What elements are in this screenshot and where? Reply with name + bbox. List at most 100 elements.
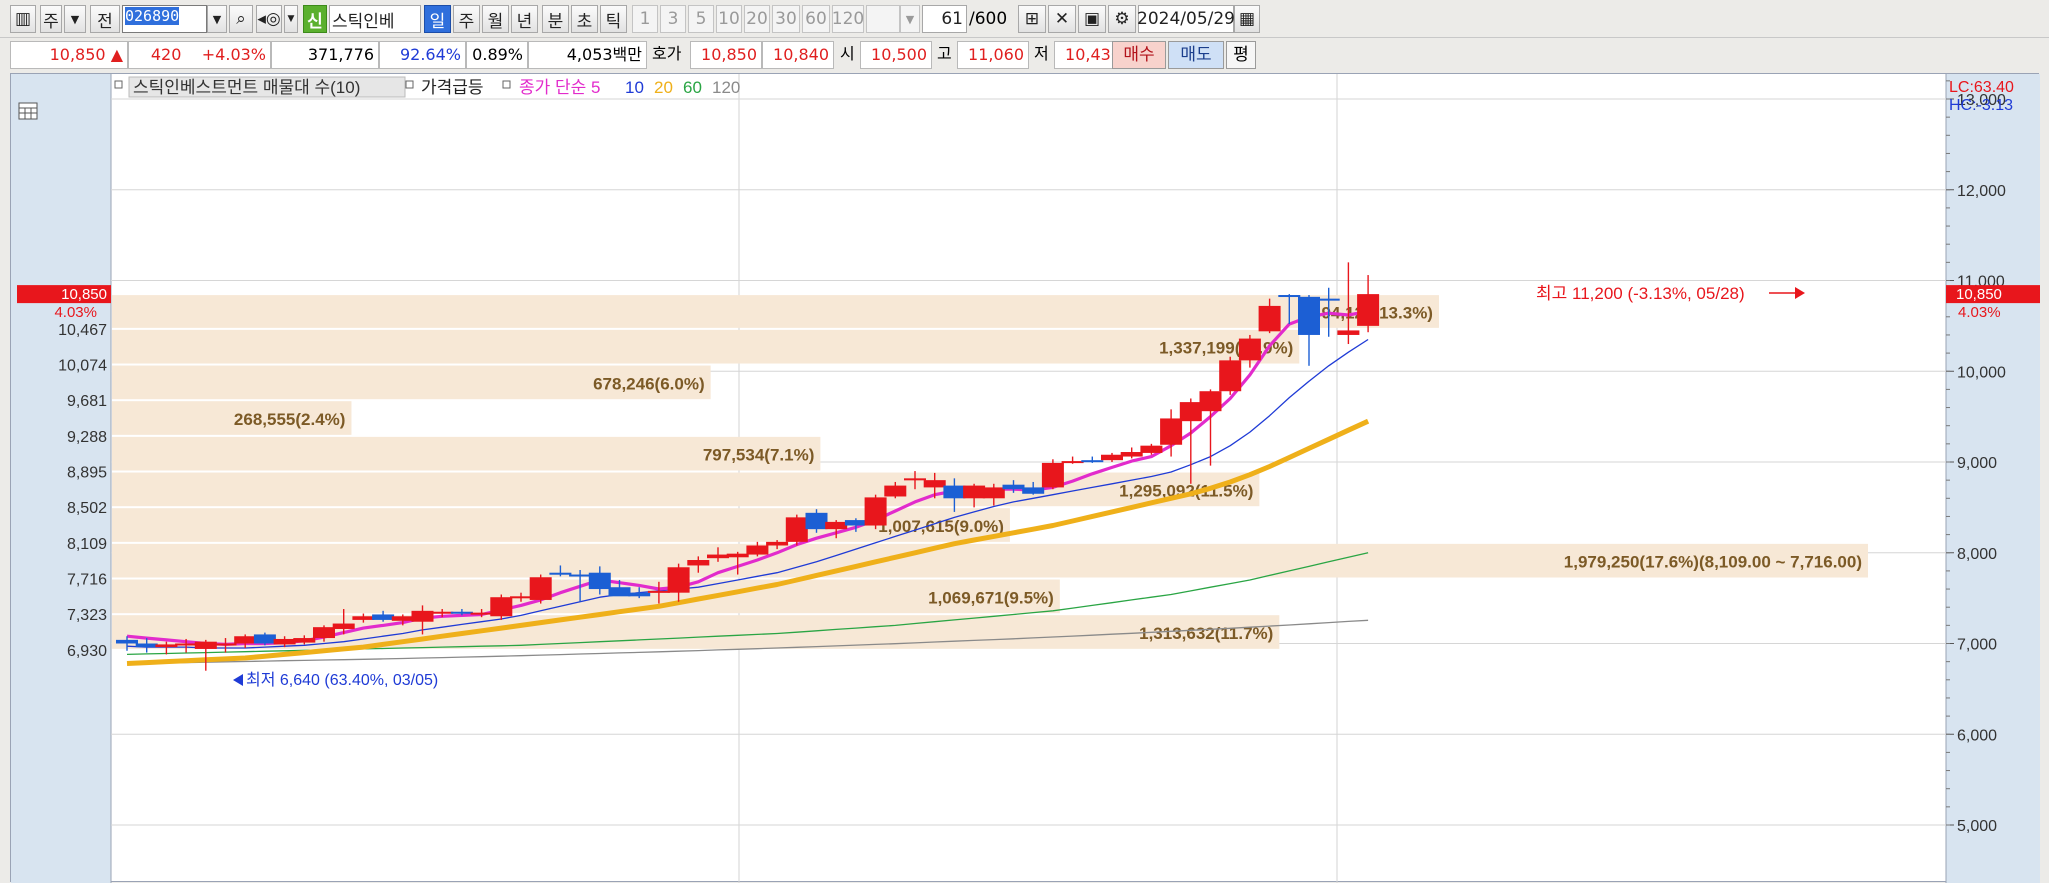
count-input[interactable]: 61 — [922, 5, 967, 33]
stock-name-field[interactable]: 스틱인베 — [329, 5, 421, 33]
legend-title: 스틱인베스트먼트 매물대 수(10) — [133, 78, 360, 97]
eval-button[interactable]: 평 — [1226, 41, 1256, 69]
multiplier-button-3[interactable]: 10 — [716, 5, 742, 33]
up-candle — [490, 594, 513, 620]
left-price-label: 10,467 — [58, 322, 107, 339]
bid-price: 10,840 — [773, 45, 829, 64]
change-cell: 420 +4.03% — [128, 41, 271, 69]
down-candle — [1081, 456, 1104, 463]
multiplier-label: 5 — [695, 9, 707, 29]
volume-profile-label: 1,007,615(9.0%) — [878, 517, 1004, 536]
legend-price-surge: 가격급등 — [421, 78, 484, 97]
y-tick-label: 12,000 — [1957, 183, 2006, 200]
stock-code-value: 026890 — [125, 7, 180, 25]
tab-interval-0[interactable]: 일 — [424, 5, 451, 33]
multiplier-label: 10 — [718, 9, 740, 29]
high-arrow-icon — [1795, 287, 1805, 299]
multiplier-label: 30 — [775, 9, 797, 29]
stock-code-input[interactable]: 026890 — [122, 5, 207, 33]
period-dropdown-icon[interactable]: ▼ — [64, 5, 86, 33]
speaker-icon[interactable]: ◂◎ — [256, 5, 282, 33]
tab-interval-6[interactable]: 틱 — [600, 5, 627, 33]
multiplier-button-2[interactable]: 5 — [688, 5, 714, 33]
volume-profile: 1,494,124(13.3%)1,337,199(11.9%)678,246(… — [112, 295, 1868, 649]
volume-profile-label: 1,979,250(17.6%)(8,109.00 ~ 7,716.00) — [1564, 553, 1862, 572]
multiplier-button-0[interactable]: 1 — [632, 5, 658, 33]
left-price-label: 8,109 — [67, 536, 107, 553]
chart-area[interactable]: 1,494,124(13.3%)1,337,199(11.9%)678,246(… — [10, 73, 2040, 883]
sell-button[interactable]: 매도 — [1168, 41, 1224, 69]
y-tick-label: 9,000 — [1957, 455, 1997, 472]
date-input[interactable]: 2024/05/29 — [1137, 5, 1235, 33]
prev-button[interactable]: 전 — [90, 5, 120, 33]
speaker-dropdown-icon[interactable]: ▼ — [284, 5, 298, 33]
calendar-icon[interactable]: ▦ — [1234, 5, 1260, 33]
legend-ma5: 종가 단순 5 — [519, 78, 600, 97]
interval-label: 년 — [516, 11, 533, 32]
legend-marker — [502, 80, 511, 89]
tab-interval-4[interactable]: 분 — [542, 5, 569, 33]
tab-interval-5[interactable]: 초 — [571, 5, 598, 33]
tab-interval-2[interactable]: 월 — [482, 5, 509, 33]
up-candle — [1061, 456, 1084, 464]
up-candle — [1219, 356, 1242, 395]
volume-ratio-cell: 92.64% — [379, 41, 466, 69]
up-candle — [785, 514, 808, 546]
trade-amount: 4,053백만 — [566, 45, 642, 64]
buy-button[interactable]: 매수 — [1112, 41, 1166, 69]
open-price: 10,500 — [871, 45, 927, 64]
interval-label: 분 — [547, 11, 564, 32]
bid-cell: 10,840 — [762, 41, 834, 69]
volume-profile-bar — [112, 329, 1300, 364]
period-select[interactable]: 주 — [40, 5, 62, 33]
up-candle — [1120, 447, 1143, 459]
multiplier-button-7[interactable]: 120 — [832, 5, 864, 33]
tab-interval-1[interactable]: 주 — [453, 5, 480, 33]
interval-label: 주 — [458, 11, 475, 32]
y-tick-label: 7,000 — [1957, 637, 1997, 654]
save-icon[interactable]: ▣ — [1078, 5, 1106, 33]
y-tick-label: 6,000 — [1957, 727, 1997, 744]
lc-label: LC:63.40 — [1949, 79, 2014, 96]
multiplier-button-1[interactable]: 3 — [660, 5, 686, 33]
open-cell: 10,500 — [860, 41, 932, 69]
crosshair-icon[interactable]: ✕ — [1048, 5, 1076, 33]
volume-cell: 371,776 — [271, 41, 379, 69]
candle-settings-icon[interactable]: ⊞ — [1018, 5, 1046, 33]
multiplier-button-4[interactable]: 20 — [744, 5, 770, 33]
high-label: 고 — [937, 44, 952, 63]
gear-icon[interactable]: ⚙ — [1108, 5, 1136, 33]
down-candle — [1298, 295, 1320, 366]
current-price-left: 10,850 — [61, 286, 107, 303]
interval-label: 일 — [429, 11, 446, 32]
up-candle — [1179, 398, 1202, 484]
multiplier-label: 20 — [746, 9, 768, 29]
new-badge[interactable]: 신 — [303, 5, 327, 33]
custom-multiplier-input[interactable] — [866, 5, 900, 33]
quote-bar: 10,850 ▲ 420 +4.03% 371,776 92.64% 0.89%… — [0, 38, 2049, 72]
left-price-label: 8,502 — [67, 500, 107, 517]
multiplier-button-5[interactable]: 30 — [772, 5, 800, 33]
open-label: 시 — [840, 44, 855, 63]
price-chart[interactable]: 1,494,124(13.3%)1,337,199(11.9%)678,246(… — [11, 74, 2040, 883]
volume-profile-bar — [112, 472, 1260, 507]
chart-menu-icon[interactable]: ▥ — [10, 5, 36, 33]
code-dropdown-icon[interactable]: ▼ — [207, 5, 227, 33]
low-label: 저 — [1034, 44, 1049, 63]
search-icon[interactable]: ⌕ — [229, 5, 253, 33]
tab-interval-3[interactable]: 년 — [511, 5, 538, 33]
multiplier-button-6[interactable]: 60 — [802, 5, 830, 33]
sell-label: 매도 — [1180, 45, 1212, 65]
price-change-pct: +4.03% — [201, 45, 266, 64]
interval-label: 틱 — [605, 11, 622, 32]
ask-price: 10,850 — [701, 45, 757, 64]
up-candle — [1357, 275, 1380, 333]
current-pct-right: 4.03% — [1958, 304, 2001, 321]
multiplier-dropdown-icon[interactable]: ▼ — [900, 5, 920, 33]
high-annotation: 최고 11,200 (-3.13%, 05/28) — [1536, 284, 1745, 303]
y-tick-label: 10,000 — [1957, 364, 2006, 381]
period-label: 주 — [43, 11, 59, 32]
indicator-list-icon[interactable] — [18, 102, 38, 120]
date-value: 2024/05/29 — [1137, 9, 1235, 29]
volume-profile-label: 797,534(7.1%) — [703, 446, 815, 465]
